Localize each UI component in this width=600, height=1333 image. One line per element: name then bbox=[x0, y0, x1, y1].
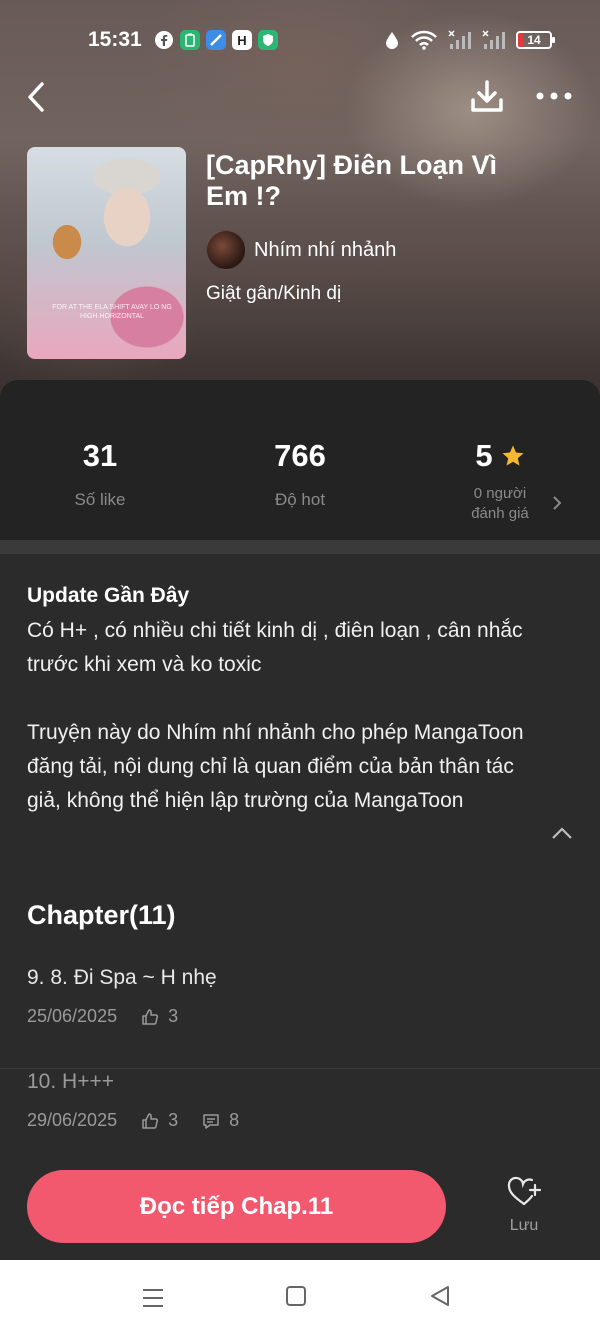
chapter-date: 29/06/2025 bbox=[27, 1110, 118, 1130]
top-bar bbox=[0, 72, 600, 122]
star-icon bbox=[502, 445, 524, 466]
h-app-icon: H bbox=[232, 30, 252, 50]
chapter-date: 25/06/2025 bbox=[27, 1006, 118, 1026]
home-button[interactable] bbox=[286, 1286, 306, 1306]
hot-label: Độ hot bbox=[274, 490, 326, 509]
rating-value-row: 5 bbox=[400, 436, 600, 476]
bottom-action-bar: Đọc tiếp Chap.11 Lưu bbox=[0, 1152, 600, 1260]
chapter-likes: 3 bbox=[168, 1110, 179, 1130]
status-app-icons: H bbox=[154, 30, 278, 50]
save-label: Lưu bbox=[509, 1217, 539, 1234]
update-heading: Update Gần Đây bbox=[27, 584, 190, 607]
chapter-meta: 25/06/2025 3 bbox=[27, 1006, 178, 1027]
avatar bbox=[206, 230, 246, 270]
chapter-title: 9. 8. Đi Spa ~ H nhẹ bbox=[27, 966, 217, 989]
signal-icon-2 bbox=[482, 30, 505, 49]
likes-label: Số like bbox=[74, 490, 126, 509]
update-body: Có H+ , có nhiều chi tiết kinh dị , điên… bbox=[27, 619, 523, 676]
heart-plus-icon bbox=[507, 1176, 542, 1206]
chevron-left-icon bbox=[28, 82, 44, 112]
browser-icon bbox=[206, 30, 226, 50]
comment-icon bbox=[203, 1113, 219, 1129]
stat-hot: 766 Độ hot bbox=[200, 436, 400, 510]
author-row[interactable]: Nhím nhí nhảnh bbox=[206, 230, 396, 270]
chapter-title: 10. H+++ bbox=[27, 1070, 114, 1093]
collapse-button[interactable] bbox=[548, 820, 576, 848]
save-button[interactable]: Lưu bbox=[496, 1176, 552, 1235]
genre-label[interactable]: Giật gân/Kinh dị bbox=[206, 283, 341, 305]
chapter-heading: Chapter(11) bbox=[27, 900, 176, 930]
detail-sheet: 31 Số like 766 Độ hot 5 0 người đánh giá… bbox=[0, 380, 600, 1260]
comic-title: [CapRhy] Điên Loạn Vì Em !? bbox=[206, 150, 498, 211]
thumbs-up-icon bbox=[142, 1112, 159, 1129]
stats-panel: 31 Số like 766 Độ hot 5 0 người đánh giá bbox=[0, 380, 600, 540]
hot-value: 766 bbox=[274, 438, 326, 473]
status-indicators: 14 bbox=[384, 30, 555, 50]
chapter-likes: 3 bbox=[168, 1006, 179, 1026]
status-time: 15:31 bbox=[88, 28, 142, 51]
rating-label-line2: đánh giá bbox=[471, 505, 529, 522]
chevron-right-icon[interactable] bbox=[552, 494, 562, 517]
recent-apps-button[interactable] bbox=[141, 1287, 165, 1309]
comic-cover[interactable]: FOR AT THE ELA SHIFT AVAY LO NG HIGH HOR… bbox=[27, 147, 186, 359]
shield-app-icon bbox=[258, 30, 278, 50]
stat-likes: 31 Số like bbox=[0, 436, 200, 510]
section-divider bbox=[0, 540, 600, 554]
facebook-icon bbox=[154, 30, 174, 50]
stat-rating[interactable]: 5 0 người đánh giá bbox=[400, 436, 600, 524]
continue-reading-button[interactable]: Đọc tiếp Chap.11 bbox=[27, 1170, 446, 1243]
back-button[interactable] bbox=[22, 80, 52, 114]
more-button[interactable] bbox=[534, 86, 574, 106]
rating-label: 0 người đánh giá bbox=[400, 484, 600, 524]
battery-icon: 14 bbox=[516, 31, 555, 49]
wifi-icon bbox=[411, 30, 437, 50]
chapter-meta: 29/06/2025 3 8 bbox=[27, 1110, 239, 1131]
status-bar: 15:31 H 14 bbox=[0, 22, 600, 58]
system-nav-bar bbox=[0, 1260, 600, 1333]
menu-icon bbox=[143, 1289, 163, 1307]
rating-label-line1: 0 người bbox=[473, 485, 527, 502]
thumbs-up-icon bbox=[142, 1008, 159, 1025]
system-back-button[interactable] bbox=[428, 1284, 452, 1308]
license-text: Truyện này do Nhím nhí nhảnh cho phép Ma… bbox=[27, 721, 524, 812]
rating-value: 5 bbox=[475, 438, 493, 473]
likes-value: 31 bbox=[82, 438, 118, 473]
more-dots-icon bbox=[536, 92, 572, 100]
chevron-up-icon bbox=[552, 827, 572, 839]
cover-caption: FOR AT THE ELA SHIFT AVAY LO NG HIGH HOR… bbox=[52, 304, 172, 320]
download-icon bbox=[471, 80, 503, 112]
drop-icon bbox=[386, 32, 398, 49]
triangle-back-icon bbox=[431, 1286, 449, 1306]
author-name: Nhím nhí nhảnh bbox=[254, 238, 397, 261]
chapter-comments: 8 bbox=[229, 1110, 240, 1130]
signal-icon bbox=[448, 30, 471, 49]
download-button[interactable] bbox=[468, 78, 506, 116]
chapter-item[interactable]: 9. 8. Đi Spa ~ H nhẹ 25/06/2025 3 bbox=[0, 966, 600, 1069]
battery-saver-icon bbox=[180, 30, 200, 50]
